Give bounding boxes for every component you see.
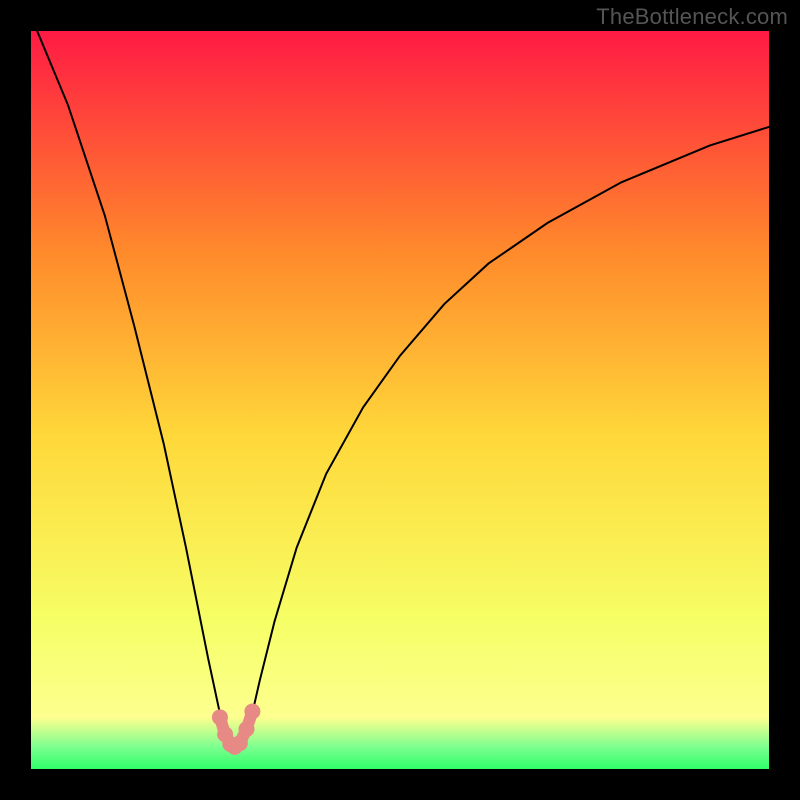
highlight-point <box>232 735 248 751</box>
highlight-point <box>244 703 260 719</box>
highlight-point <box>212 709 228 725</box>
plot-background-gradient <box>31 31 769 769</box>
watermark-text: TheBottleneck.com <box>596 4 788 30</box>
plot-area <box>31 31 769 769</box>
chart-svg <box>31 31 769 769</box>
highlight-point <box>239 721 255 737</box>
chart-frame: TheBottleneck.com <box>0 0 800 800</box>
